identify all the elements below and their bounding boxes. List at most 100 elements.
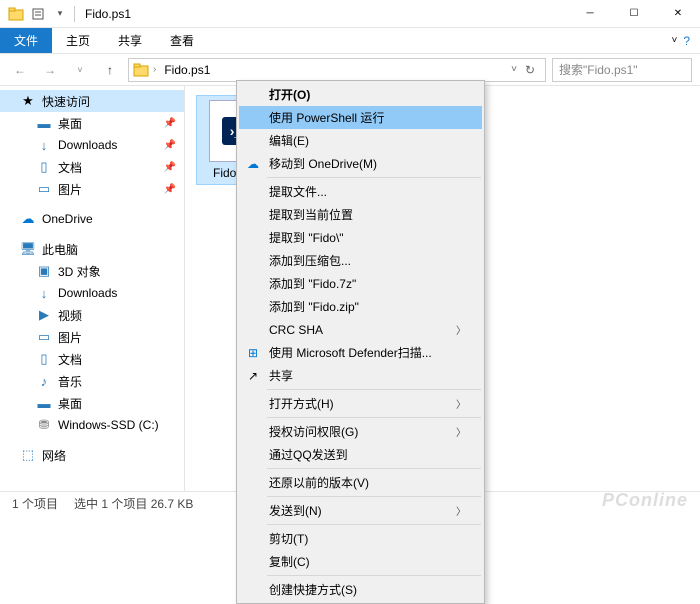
- tab-home[interactable]: 主页: [52, 28, 104, 53]
- separator: [267, 524, 481, 525]
- minimize-button[interactable]: ─: [568, 0, 612, 28]
- network-icon: ⬚: [20, 447, 36, 463]
- ctx-extract-here[interactable]: 提取到当前位置: [239, 203, 482, 226]
- sidebar-item-downloads[interactable]: ↓Downloads📌: [0, 134, 184, 156]
- ctx-restore[interactable]: 还原以前的版本(V): [239, 471, 482, 494]
- ctx-shortcut[interactable]: 创建快捷方式(S): [239, 578, 482, 601]
- search-input[interactable]: 搜索"Fido.ps1": [552, 58, 692, 82]
- separator: [267, 177, 481, 178]
- download-icon: ↓: [36, 285, 52, 301]
- ctx-send-to[interactable]: 发送到(N)〉: [239, 499, 482, 522]
- watermark: PConline: [602, 490, 688, 511]
- context-menu: 打开(O) 使用 PowerShell 运行 编辑(E) ☁移动到 OneDri…: [236, 80, 485, 604]
- document-icon: ▯: [36, 351, 52, 367]
- ribbon: 文件 主页 共享 查看 ˅?: [0, 28, 700, 54]
- ribbon-expand[interactable]: ˅?: [661, 28, 700, 53]
- close-button[interactable]: ✕: [656, 0, 700, 28]
- sidebar-item-downloads2[interactable]: ↓Downloads: [0, 282, 184, 304]
- back-button[interactable]: ←: [8, 58, 32, 82]
- desktop-icon: ▬: [36, 395, 52, 411]
- dropdown-icon[interactable]: ▾: [52, 6, 68, 22]
- separator-icon: ›: [153, 64, 156, 75]
- ctx-cut[interactable]: 剪切(T): [239, 527, 482, 550]
- desktop-icon: ▬: [36, 115, 52, 131]
- window-controls: ─ ☐ ✕: [568, 0, 700, 28]
- ctx-copy[interactable]: 复制(C): [239, 550, 482, 573]
- document-icon: ▯: [36, 159, 52, 175]
- quick-toolbar: ▾: [0, 6, 75, 22]
- picture-icon: ▭: [36, 181, 52, 197]
- breadcrumb[interactable]: Fido.ps1: [160, 63, 214, 77]
- chevron-right-icon: 〉: [456, 503, 466, 518]
- sidebar-item-desktop2[interactable]: ▬桌面: [0, 392, 184, 414]
- cube-icon: ▣: [36, 263, 52, 279]
- picture-icon: ▭: [36, 329, 52, 345]
- share-icon: ↗: [245, 368, 261, 384]
- item-count: 1 个项目: [12, 495, 58, 512]
- pin-icon: 📌: [164, 184, 176, 195]
- pin-icon: 📌: [164, 118, 176, 129]
- sidebar-item-3d[interactable]: ▣3D 对象: [0, 260, 184, 282]
- ctx-defender[interactable]: ⊞使用 Microsoft Defender扫描...: [239, 341, 482, 364]
- sidebar-item-desktop[interactable]: ▬桌面📌: [0, 112, 184, 134]
- refresh-button[interactable]: ↻: [525, 63, 535, 77]
- ctx-open-with[interactable]: 打开方式(H)〉: [239, 392, 482, 415]
- sidebar-item-documents2[interactable]: ▯文档: [0, 348, 184, 370]
- selection-info: 选中 1 个项目 26.7 KB: [74, 495, 193, 512]
- video-icon: ▶: [36, 307, 52, 323]
- ctx-add-archive[interactable]: 添加到压缩包...: [239, 249, 482, 272]
- sidebar-item-onedrive[interactable]: ☁OneDrive: [0, 208, 184, 230]
- forward-button[interactable]: →: [38, 58, 62, 82]
- dropdown-icon[interactable]: ˅: [511, 64, 517, 75]
- folder-icon: [133, 62, 149, 78]
- cloud-icon: ☁: [245, 156, 261, 172]
- ctx-add-zip[interactable]: 添加到 "Fido.zip": [239, 295, 482, 318]
- sidebar-item-music[interactable]: ♪音乐: [0, 370, 184, 392]
- download-icon: ↓: [36, 137, 52, 153]
- separator: [267, 575, 481, 576]
- ctx-add-7z[interactable]: 添加到 "Fido.7z": [239, 272, 482, 295]
- chevron-right-icon: 〉: [456, 424, 466, 439]
- maximize-button[interactable]: ☐: [612, 0, 656, 28]
- tab-view[interactable]: 查看: [156, 28, 208, 53]
- ctx-extract-to[interactable]: 提取到 "Fido\": [239, 226, 482, 249]
- ctx-share[interactable]: ↗共享: [239, 364, 482, 387]
- ctx-crc[interactable]: CRC SHA〉: [239, 318, 482, 341]
- tab-file[interactable]: 文件: [0, 28, 52, 53]
- sidebar-item-pictures[interactable]: ▭图片📌: [0, 178, 184, 200]
- music-icon: ♪: [36, 373, 52, 389]
- sidebar-item-drive-c[interactable]: ⛃Windows-SSD (C:): [0, 414, 184, 436]
- ctx-edit[interactable]: 编辑(E): [239, 129, 482, 152]
- chevron-right-icon: 〉: [456, 396, 466, 411]
- sidebar-item-videos[interactable]: ▶视频: [0, 304, 184, 326]
- tab-share[interactable]: 共享: [104, 28, 156, 53]
- window-title: Fido.ps1: [85, 7, 131, 21]
- ctx-move-onedrive[interactable]: ☁移动到 OneDrive(M): [239, 152, 482, 175]
- sidebar-item-pictures2[interactable]: ▭图片: [0, 326, 184, 348]
- chevron-right-icon: 〉: [456, 322, 466, 337]
- shield-icon: ⊞: [245, 345, 261, 361]
- titlebar: ▾ Fido.ps1 ─ ☐ ✕: [0, 0, 700, 28]
- star-icon: ★: [20, 93, 36, 109]
- pin-icon: 📌: [164, 162, 176, 173]
- sidebar-item-network[interactable]: ⬚网络: [0, 444, 184, 466]
- ctx-grant-access[interactable]: 授权访问权限(G)〉: [239, 420, 482, 443]
- sidebar-item-quick[interactable]: ★快速访问: [0, 90, 184, 112]
- up-button[interactable]: ↑: [98, 58, 122, 82]
- separator: [267, 468, 481, 469]
- address-box[interactable]: › Fido.ps1 ˅ ↻: [128, 58, 546, 82]
- ctx-extract-files[interactable]: 提取文件...: [239, 180, 482, 203]
- recent-button[interactable]: ˅: [68, 58, 92, 82]
- ctx-qq-send[interactable]: 通过QQ发送到: [239, 443, 482, 466]
- drive-icon: ⛃: [36, 417, 52, 433]
- separator: [267, 496, 481, 497]
- ctx-open[interactable]: 打开(O): [239, 83, 482, 106]
- separator: [267, 417, 481, 418]
- search-placeholder: 搜索"Fido.ps1": [559, 61, 638, 78]
- ctx-run-powershell[interactable]: 使用 PowerShell 运行: [239, 106, 482, 129]
- props-icon[interactable]: [30, 6, 46, 22]
- cloud-icon: ☁: [20, 211, 36, 227]
- sidebar-item-documents[interactable]: ▯文档📌: [0, 156, 184, 178]
- sidebar-item-thispc[interactable]: 🖥此电脑: [0, 238, 184, 260]
- folder-icon: [8, 6, 24, 22]
